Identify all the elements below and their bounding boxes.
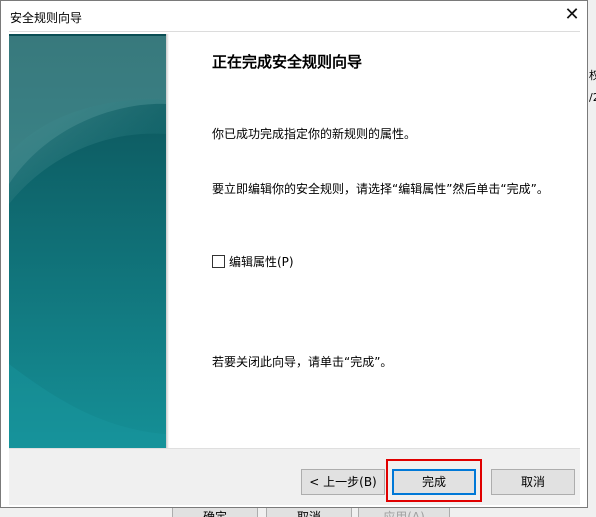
background-cancel-button[interactable]: 取消 [266, 507, 352, 517]
wizard-content: 正在完成安全规则向导 你已成功完成指定你的新规则的属性。 要立即编辑你的安全规则… [9, 31, 580, 449]
edit-properties-label[interactable]: 编辑属性(P) [229, 253, 294, 270]
banner-wave-graphic [9, 34, 166, 449]
edit-properties-checkbox[interactable] [212, 254, 225, 268]
edit-instructions-text: 要立即编辑你的安全规则，请选择“编辑属性”然后单击“完成”。 [212, 182, 549, 196]
background-apply-button: 应用(A) [358, 507, 450, 517]
background-ok-button[interactable]: 确定 [172, 507, 258, 517]
banner-shadow [166, 34, 169, 449]
wizard-side-banner [9, 34, 166, 449]
edit-properties-checkbox-row[interactable]: 编辑属性(P) [212, 253, 294, 269]
background-window-text: /2 [589, 91, 596, 104]
close-instructions-text: 若要关闭此向导，请单击“完成”。 [212, 355, 393, 369]
back-button[interactable]: < 上一步(B) [301, 469, 385, 495]
title-bar[interactable]: 安全规则向导 ✕ [1, 1, 587, 31]
close-button[interactable]: ✕ [557, 1, 587, 31]
close-icon: ✕ [564, 4, 580, 25]
page-heading: 正在完成安全规则向导 [212, 53, 363, 71]
wizard-footer: < 上一步(B) 完成 取消 [9, 448, 580, 505]
screen: 权 /2 确定 取消 应用(A) 安全规则向导 ✕ [0, 0, 596, 517]
cancel-button[interactable]: 取消 [491, 469, 575, 495]
dialog-title: 安全规则向导 [10, 11, 83, 25]
success-text: 你已成功完成指定你的新规则的属性。 [212, 127, 417, 141]
finish-button[interactable]: 完成 [392, 469, 476, 495]
security-rule-wizard-dialog: 安全规则向导 ✕ 正在完成安全规则向导 你已成功完成指定你的新规则的属性。 要立… [0, 0, 588, 508]
background-window-text: 权 [589, 69, 596, 82]
